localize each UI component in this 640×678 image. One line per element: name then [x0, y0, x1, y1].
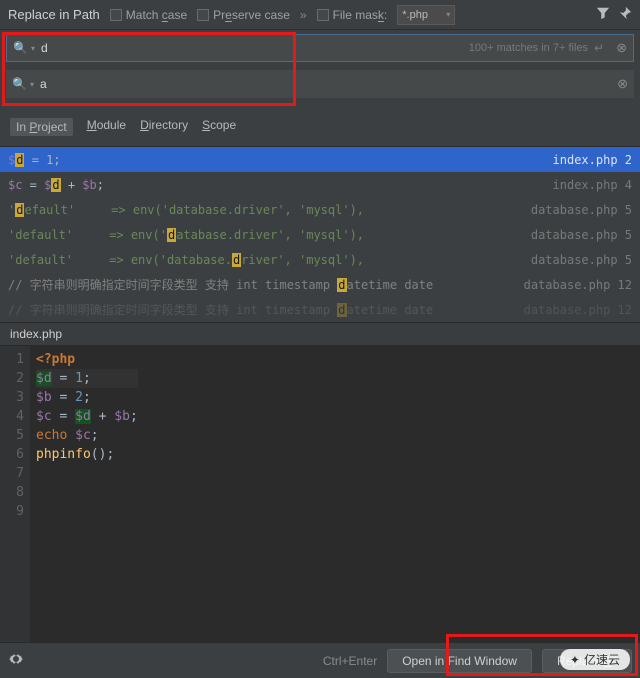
editor-gutter: 123456789 [0, 346, 30, 660]
chevron-down-icon: ▾ [446, 10, 450, 19]
pin-icon[interactable] [618, 6, 632, 23]
result-row[interactable]: 'default' => env('database.driver', 'mys… [0, 247, 640, 272]
shortcut-hint: Ctrl+Enter [323, 654, 377, 668]
more-options-icon[interactable]: » [300, 8, 307, 22]
scope-tabs: In Project Module Directory Scope [0, 112, 640, 146]
bottom-bar: Ctrl+Enter Open in Find Window Replace A… [0, 642, 640, 678]
result-row[interactable]: $d = 1;index.php 2 [0, 147, 640, 172]
result-row[interactable]: 'default' => env('database.driver', 'mys… [0, 197, 640, 222]
clear-replace-icon[interactable]: ⊗ [617, 76, 628, 92]
replace-field[interactable]: 🔍 ▾ a ⊗ [6, 70, 634, 98]
file-mask-input[interactable]: *.php▾ [397, 5, 455, 25]
search-history-icon[interactable]: ▾ [31, 44, 35, 53]
result-row[interactable]: $c = $d + $b;index.php 4 [0, 172, 640, 197]
filter-icon[interactable] [596, 6, 610, 23]
gear-icon[interactable] [8, 651, 24, 670]
match-count: 100+ matches in 7+ files ↵ ⊗ [469, 40, 627, 56]
tab-in-project[interactable]: In Project [10, 118, 73, 136]
search-area: 🔍 ▾ d 100+ matches in 7+ files ↵ ⊗ 🔍 ▾ a… [0, 30, 640, 112]
replace-all-button[interactable]: Replace All [542, 649, 632, 673]
result-row[interactable]: // 字符串则明确指定时间字段类型 支持 int timestamp datet… [0, 297, 640, 322]
result-row[interactable]: // 字符串则明确指定时间字段类型 支持 int timestamp datet… [0, 272, 640, 297]
code-editor[interactable]: 123456789 <?php$d = 1;$b = 2;$c = $d + $… [0, 346, 640, 660]
search-field[interactable]: 🔍 ▾ d 100+ matches in 7+ files ↵ ⊗ [6, 34, 634, 62]
match-case-checkbox[interactable]: Match case [110, 8, 187, 22]
result-row[interactable]: 'default' => env('database.driver', 'mys… [0, 222, 640, 247]
replace-value: a [40, 77, 47, 91]
preview-filename: index.php [0, 322, 640, 346]
search-value: d [41, 41, 48, 55]
replace-history-icon[interactable]: ▾ [30, 80, 34, 89]
tab-directory[interactable]: Directory [140, 118, 188, 136]
clear-search-icon[interactable]: ⊗ [616, 40, 627, 56]
search-icon: 🔍 [13, 41, 28, 55]
tab-scope[interactable]: Scope [202, 118, 236, 136]
top-bar: Replace in Path Match case Preserve case… [0, 0, 640, 30]
file-mask-checkbox[interactable]: File mask: [317, 8, 388, 22]
newline-icon[interactable]: ↵ [594, 41, 604, 55]
tab-module[interactable]: Module [87, 118, 126, 136]
editor-code: <?php$d = 1;$b = 2;$c = $d + $b;echo $c;… [30, 346, 138, 660]
open-find-window-button[interactable]: Open in Find Window [387, 649, 532, 673]
replace-icon: 🔍 [12, 77, 27, 91]
preserve-case-checkbox[interactable]: Preserve case [197, 8, 290, 22]
dialog-title: Replace in Path [8, 7, 100, 22]
results-list: $d = 1;index.php 2$c = $d + $b;index.php… [0, 146, 640, 322]
